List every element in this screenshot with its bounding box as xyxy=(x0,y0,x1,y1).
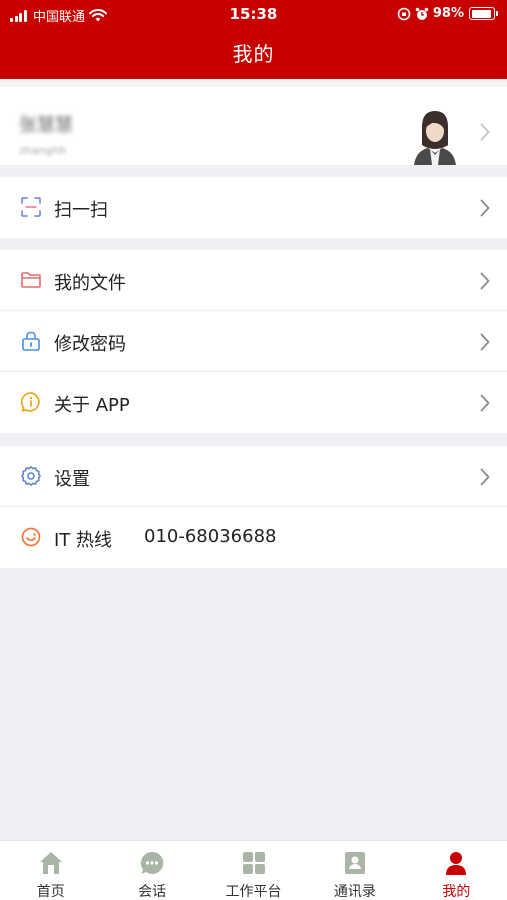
avatar xyxy=(410,105,460,165)
tab-contacts[interactable]: 通讯录 xyxy=(304,841,405,900)
chevron-right-icon xyxy=(480,123,490,141)
app-header: 中国联通 15:38 98% 我的 xyxy=(0,0,507,79)
profile-card[interactable]: 张慧慧 zhanghh xyxy=(0,79,507,165)
menu-item-scan[interactable]: 扫一扫 xyxy=(0,177,507,238)
chevron-right-icon xyxy=(480,468,490,486)
person-icon xyxy=(446,852,467,875)
chevron-right-icon xyxy=(480,272,490,290)
menu-item-change-password[interactable]: 修改密码 xyxy=(0,311,507,372)
hotline-number[interactable]: 010-68036688 xyxy=(144,526,276,547)
chevron-right-icon xyxy=(480,333,490,351)
menu-label-change-password: 修改密码 xyxy=(54,334,126,355)
menu-group-settings: 设置 IT 热线 010-68036688 xyxy=(0,446,507,568)
battery-percent: 98% xyxy=(432,6,464,21)
chevron-right-icon xyxy=(480,394,490,412)
tab-workbench[interactable]: 工作平台 xyxy=(203,841,304,900)
status-right: 98% xyxy=(397,6,498,21)
menu-label-scan: 扫一扫 xyxy=(54,200,108,221)
tab-mine[interactable]: 我的 xyxy=(406,841,507,900)
orientation-lock-icon xyxy=(397,7,411,20)
apps-grid-icon xyxy=(242,852,265,874)
menu-group-scan: 扫一扫 xyxy=(0,177,507,238)
tab-label-workbench: 工作平台 xyxy=(225,884,282,900)
battery-icon xyxy=(469,7,498,20)
status-bar: 中国联通 15:38 98% xyxy=(0,0,507,30)
chat-icon xyxy=(140,851,164,874)
profile-name: 张慧慧 xyxy=(19,115,73,136)
tab-label-contacts: 通讯录 xyxy=(333,884,376,900)
menu-group-account: 我的文件 修改密码 关于 APP xyxy=(0,250,507,433)
page-title: 我的 xyxy=(232,42,275,66)
tab-label-home: 首页 xyxy=(36,884,65,900)
alarm-icon xyxy=(415,7,429,20)
tab-chat[interactable]: 会话 xyxy=(101,841,202,900)
lock-icon xyxy=(22,331,40,351)
gear-icon xyxy=(21,466,41,486)
chevron-right-icon xyxy=(480,199,490,217)
tab-label-mine: 我的 xyxy=(442,884,471,900)
menu-item-about-app[interactable]: 关于 APP xyxy=(0,372,507,433)
menu-label-my-files: 我的文件 xyxy=(54,273,126,294)
support-icon xyxy=(21,527,41,547)
menu-item-it-hotline[interactable]: IT 热线 010-68036688 xyxy=(0,507,507,568)
home-icon xyxy=(39,852,62,874)
bottom-tab-bar: 首页 会话 工作平台 通讯录 我的 xyxy=(0,840,507,900)
menu-item-my-files[interactable]: 我的文件 xyxy=(0,250,507,311)
tab-home[interactable]: 首页 xyxy=(0,841,101,900)
scan-icon xyxy=(21,197,41,217)
profile-id: zhanghh xyxy=(19,144,67,157)
menu-item-settings[interactable]: 设置 xyxy=(0,446,507,507)
contacts-icon xyxy=(344,852,365,874)
folder-icon xyxy=(21,272,41,288)
menu-label-settings: 设置 xyxy=(54,469,90,490)
tab-label-chat: 会话 xyxy=(138,884,167,900)
info-icon xyxy=(20,392,40,412)
menu-label-about-app: 关于 APP xyxy=(54,395,130,416)
menu-label-it-hotline: IT 热线 xyxy=(54,530,113,551)
